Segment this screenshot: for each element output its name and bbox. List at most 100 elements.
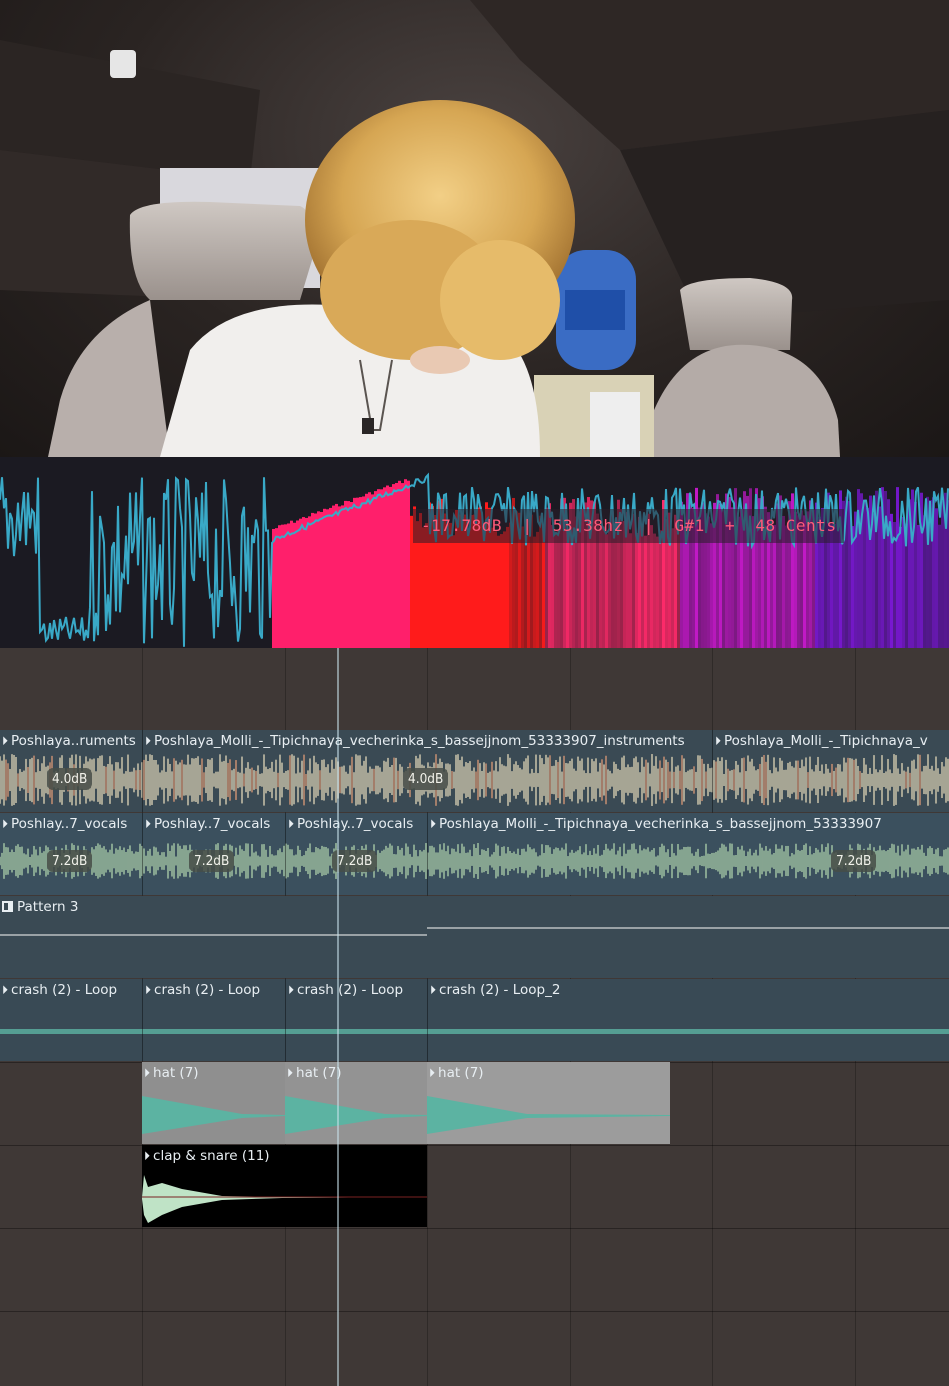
clip-arrow-icon: ⏵ xyxy=(288,983,295,997)
spectrum-bar xyxy=(644,535,647,648)
clip-instruments[interactable]: ⏵ Poshlaya_Molli_-_Tipichnaya_v xyxy=(712,730,949,812)
spectrum-bar xyxy=(350,502,353,648)
spectrum-bar xyxy=(491,527,494,648)
clip-arrow-icon: ⏵ xyxy=(144,1066,151,1080)
clip-crash[interactable]: ⏵ crash (2) - Loop xyxy=(285,979,428,1061)
spectrum-bar xyxy=(311,512,314,648)
spectrum-bar xyxy=(497,535,500,648)
clip-hat[interactable]: ⏵ hat (7) xyxy=(142,1062,286,1144)
clip-label: crash (2) - Loop xyxy=(154,982,261,998)
spectrum-bar xyxy=(896,487,899,648)
webcam-scene xyxy=(0,0,949,457)
spectrum-bar xyxy=(656,536,659,648)
spectrum-bar xyxy=(275,528,278,648)
spectrum-bar xyxy=(542,528,545,648)
playlist-area: ⏵ Poshlaya..ruments 4.0dB ⏵ Poshlaya_Molli… xyxy=(0,648,949,1386)
spectrum-bar xyxy=(323,508,326,648)
spectrum-bar xyxy=(398,480,401,648)
clip-arrow-icon: ⏵ xyxy=(288,817,295,831)
clip-label: Poshlay..7_vocals xyxy=(11,816,128,832)
clip-label: Poshlay..7_vocals xyxy=(154,816,271,832)
spectrum-bar xyxy=(389,486,392,648)
spectrum-bar xyxy=(629,533,632,648)
spectrum-bar xyxy=(395,482,398,648)
spectrum-bar xyxy=(377,489,380,648)
spectrum-bar xyxy=(338,506,341,648)
spectrum-bar xyxy=(671,528,674,648)
row-separator xyxy=(0,1228,949,1229)
spectrum-bar xyxy=(506,526,509,648)
spectrum-bar xyxy=(917,524,920,648)
track-hat: ⏵ hat (7) ⏵ hat (7) ⏵ hat (7) xyxy=(0,1062,949,1144)
spectrum-bar xyxy=(923,515,926,648)
clip-label: clap & snare (11) xyxy=(153,1148,270,1164)
spectrum-bar xyxy=(407,480,410,648)
clip-crash[interactable]: ⏵ crash (2) - Loop xyxy=(142,979,286,1061)
spectrum-bar xyxy=(521,526,524,648)
clip-arrow-icon: ⏵ xyxy=(429,1066,436,1080)
frequency-readout: -17.78dB | 53.38hz | G#1 + 48 Cents xyxy=(413,509,845,543)
spectrum-bar xyxy=(533,536,536,648)
clip-arrow-icon: ⏵ xyxy=(2,983,9,997)
gain-badge: 4.0dB xyxy=(403,768,449,790)
track-pattern: Pattern 3 xyxy=(0,896,949,978)
spectrum-bar xyxy=(362,496,365,648)
spectrum-bar xyxy=(305,517,308,648)
spectrum-bar xyxy=(467,530,470,648)
clip-arrow-icon: ⏵ xyxy=(145,734,152,748)
playhead[interactable] xyxy=(337,648,339,1386)
gain-badge: 7.2dB xyxy=(189,850,235,872)
clip-hat[interactable]: ⏵ hat (7) xyxy=(427,1062,670,1144)
spectrum-bar xyxy=(863,499,866,648)
spectrum-bar xyxy=(500,534,503,648)
clip-label: Poshlay..7_vocals xyxy=(297,816,414,832)
spectrum-bar xyxy=(494,531,497,648)
spectrum-bar xyxy=(878,506,881,648)
spectrum-bar xyxy=(653,533,656,648)
spectrum-bar xyxy=(356,497,359,648)
clip-arrow-icon: ⏵ xyxy=(715,734,722,748)
clip-arrow-icon: ⏵ xyxy=(144,1149,151,1163)
clip-hat[interactable]: ⏵ hat (7) xyxy=(285,1062,428,1144)
spectrum-bar xyxy=(344,500,347,648)
spectrum-bar xyxy=(404,479,407,648)
spectrum-bar xyxy=(320,511,323,648)
spectrum-bar xyxy=(941,501,944,648)
spectrum-bar xyxy=(536,531,539,648)
spectrum-bar xyxy=(422,527,425,648)
clip-arrow-icon: ⏵ xyxy=(287,1066,294,1080)
spectrum-bar xyxy=(281,524,284,648)
spectrum-bar xyxy=(287,523,290,648)
spectrum-bar xyxy=(371,494,374,648)
clip-label: hat (7) xyxy=(296,1065,342,1081)
spectrum-bar xyxy=(683,526,686,648)
spectrum-bar xyxy=(365,493,368,648)
gain-badge: 7.2dB xyxy=(831,850,877,872)
spectrum-bar xyxy=(293,522,296,648)
spectrum-bar xyxy=(335,503,338,648)
spectrum-bar xyxy=(554,531,557,648)
spectrum-bar xyxy=(296,520,299,648)
clip-pattern[interactable]: Pattern 3 xyxy=(0,896,949,978)
spectrum-bar xyxy=(605,534,608,648)
spectrum-bar xyxy=(482,526,485,648)
spectrum-bar xyxy=(899,526,902,648)
spectrum-bar xyxy=(290,520,293,648)
spectrum-bar xyxy=(614,532,617,648)
track-clap: ⏵ clap & snare (11) xyxy=(0,1145,949,1227)
spectrum-bar xyxy=(884,490,887,648)
clip-arrow-icon: ⏵ xyxy=(145,983,152,997)
clip-arrow-icon: ⏵ xyxy=(2,734,9,748)
spectrum-bar xyxy=(374,491,377,648)
spectrum-bar xyxy=(284,524,287,648)
clip-crash[interactable]: ⏵ crash (2) - Loop_2 xyxy=(427,979,949,1061)
spectrum-bar xyxy=(302,517,305,648)
spectrum-bar xyxy=(602,526,605,648)
clip-clap-snare[interactable]: ⏵ clap & snare (11) xyxy=(142,1145,427,1227)
pattern-icon xyxy=(2,901,13,912)
spectrum-bar xyxy=(326,509,329,648)
clip-arrow-icon: ⏵ xyxy=(430,983,437,997)
clip-crash[interactable]: ⏵ crash (2) - Loop xyxy=(0,979,142,1061)
spectrum-bar xyxy=(551,524,554,648)
spectrum-bar xyxy=(911,489,914,648)
